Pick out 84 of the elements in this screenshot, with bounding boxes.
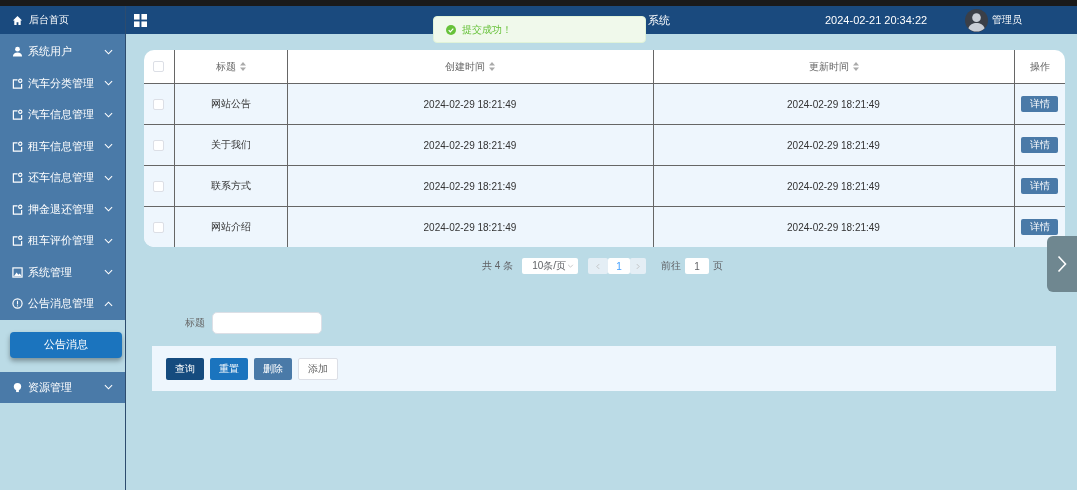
field-label: 标题 bbox=[185, 316, 205, 330]
row-checkbox[interactable] bbox=[153, 221, 165, 233]
select-all-checkbox[interactable] bbox=[153, 61, 165, 73]
previous-page-button[interactable] bbox=[588, 258, 609, 274]
search-button[interactable]: 查询 bbox=[166, 357, 204, 380]
home-menu-item[interactable]: 后台首页 bbox=[0, 6, 125, 34]
side-toggle-button[interactable] bbox=[1047, 236, 1077, 292]
document-icon bbox=[12, 77, 23, 89]
chevron-icon bbox=[104, 174, 113, 181]
toast-message: 提交成功！ bbox=[462, 22, 512, 37]
menu-item[interactable]: 押金退还管理 bbox=[0, 193, 125, 225]
delete-button[interactable]: 删除 bbox=[254, 357, 292, 380]
chevron-icon bbox=[104, 48, 113, 55]
chevron-icon bbox=[104, 80, 113, 87]
details-button[interactable]: 详情 bbox=[1021, 137, 1059, 153]
column-header: 更新时间 bbox=[808, 59, 849, 74]
user-icon bbox=[12, 46, 23, 58]
lightbulb-icon bbox=[12, 381, 23, 393]
column-header: 创建时间 bbox=[445, 59, 485, 74]
menu-item[interactable]: 系统用户 bbox=[0, 36, 125, 68]
table-cell: 联系方式 bbox=[210, 180, 251, 191]
document-icon bbox=[12, 203, 23, 215]
check-circle-icon bbox=[446, 24, 456, 35]
menu-item[interactable]: 系统管理 bbox=[0, 256, 125, 288]
menu-item[interactable]: 公告消息管理 bbox=[0, 288, 125, 320]
chevron-icon bbox=[104, 237, 113, 244]
submenu-item[interactable]: 公告消息 bbox=[10, 331, 122, 358]
chevron-icon bbox=[104, 143, 113, 150]
chevron-icon bbox=[104, 269, 113, 276]
goto-page-field[interactable]: 1 bbox=[685, 258, 710, 274]
table-cell: 关于我们 bbox=[210, 139, 251, 150]
chevron-icon bbox=[104, 206, 113, 213]
menu-item[interactable]: 租车评价管理 bbox=[0, 225, 125, 257]
chevron-icon bbox=[104, 384, 113, 391]
chevron-left-icon bbox=[596, 262, 601, 270]
details-button[interactable]: 详情 bbox=[1021, 96, 1059, 112]
column-header: 操作 bbox=[1029, 59, 1050, 74]
column-header: 标题 bbox=[215, 59, 236, 74]
grid-menu-icon[interactable] bbox=[134, 13, 147, 27]
table-cell: 2024-02-29 18:21:49 bbox=[787, 98, 880, 110]
menu-item[interactable]: 汽车分类管理 bbox=[0, 67, 125, 99]
table-cell: 2024-02-29 18:21:49 bbox=[787, 221, 880, 233]
info-icon bbox=[12, 298, 23, 310]
username-text: 管理员 bbox=[992, 13, 1023, 27]
caret-icon bbox=[567, 264, 575, 268]
row-checkbox[interactable] bbox=[153, 180, 165, 192]
menu-item[interactable]: 资源管理 bbox=[0, 371, 125, 403]
menu-item[interactable]: 租车信息管理 bbox=[0, 130, 125, 162]
current-page[interactable]: 1 bbox=[608, 258, 631, 274]
chevron-right-icon bbox=[1057, 255, 1067, 273]
chevron-icon bbox=[104, 300, 113, 307]
table-cell: 网站公告 bbox=[210, 98, 251, 109]
avatar-icon bbox=[965, 8, 989, 32]
table-cell: 2024-02-29 18:21:49 bbox=[787, 139, 880, 151]
datetime-text: 2024-02-21 20:34:22 bbox=[825, 14, 928, 26]
table-cell: 2024-02-29 18:21:49 bbox=[423, 139, 517, 151]
row-checkbox[interactable] bbox=[153, 139, 165, 151]
next-page-button[interactable] bbox=[630, 258, 647, 274]
document-icon bbox=[12, 172, 23, 184]
chevron-icon bbox=[104, 111, 113, 118]
page-suffix: 页 bbox=[713, 259, 724, 273]
table-cell: 2024-02-29 18:21:49 bbox=[423, 180, 517, 192]
add-button[interactable]: 添加 bbox=[298, 357, 338, 380]
table-cell: 2024-02-29 18:21:49 bbox=[423, 98, 517, 110]
title-input-field[interactable] bbox=[212, 312, 322, 334]
menu-item[interactable]: 汽车信息管理 bbox=[0, 99, 125, 131]
row-checkbox[interactable] bbox=[153, 98, 165, 110]
chevron-right-icon bbox=[636, 262, 641, 270]
menu-item[interactable]: 还车信息管理 bbox=[0, 162, 125, 194]
table-cell: 2024-02-29 18:21:49 bbox=[423, 221, 517, 233]
total-count: 共 4 条 bbox=[482, 259, 514, 273]
reset-button[interactable]: 重置 bbox=[210, 357, 248, 380]
document-icon bbox=[12, 235, 23, 247]
goto-label: 前往 bbox=[661, 259, 682, 273]
home-icon bbox=[12, 14, 23, 26]
details-button[interactable]: 详情 bbox=[1021, 178, 1059, 194]
table-cell: 网站介绍 bbox=[210, 221, 251, 232]
details-button[interactable]: 详情 bbox=[1021, 219, 1059, 235]
page-size-select[interactable]: 10条/页 bbox=[522, 258, 579, 274]
app-title: 系统 bbox=[648, 12, 670, 28]
image-icon bbox=[12, 266, 23, 278]
document-icon bbox=[12, 109, 23, 121]
table-cell: 2024-02-29 18:21:49 bbox=[787, 180, 880, 192]
document-icon bbox=[12, 140, 23, 152]
